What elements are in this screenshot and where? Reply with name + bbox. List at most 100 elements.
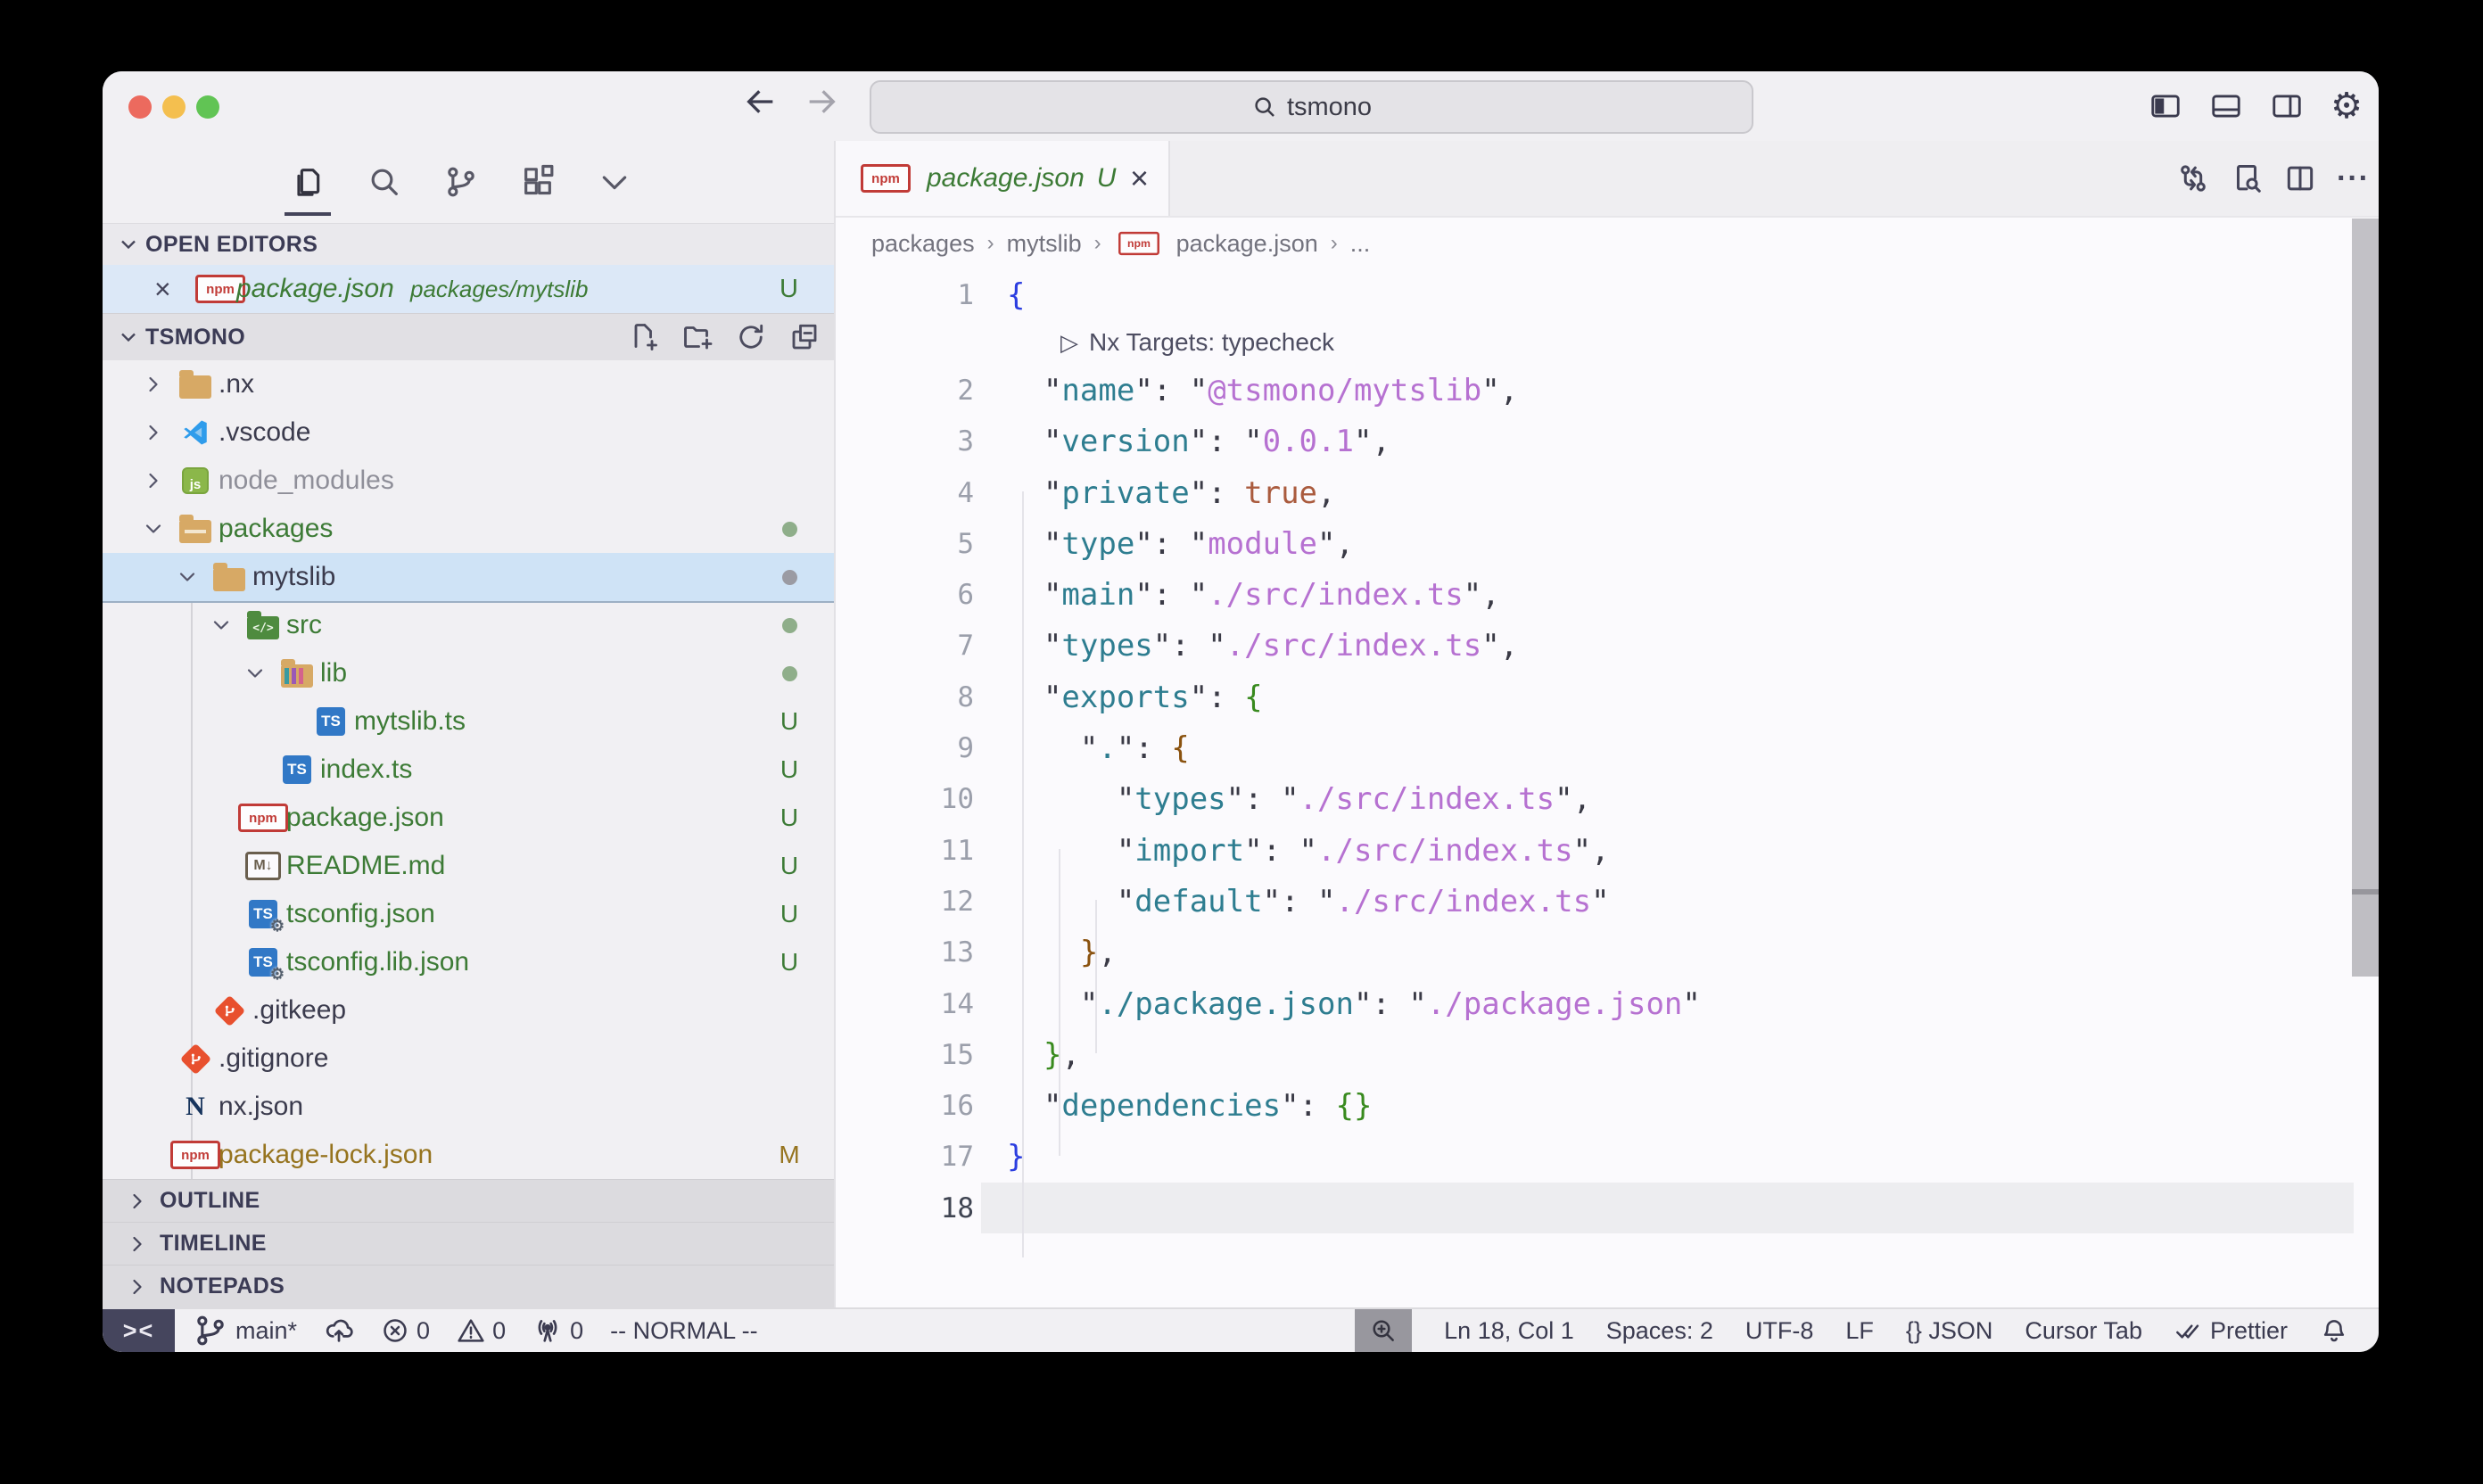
activity-source-control[interactable]: [443, 164, 479, 200]
status-indentation[interactable]: Spaces: 2: [1606, 1317, 1713, 1345]
search-editor-icon[interactable]: [2230, 161, 2264, 195]
tree-item--gitkeep[interactable]: .gitkeep: [103, 986, 834, 1035]
chevron-down-icon[interactable]: [242, 661, 268, 686]
status-ports[interactable]: 0: [532, 1315, 583, 1346]
tree-item-mytslib[interactable]: mytslib: [103, 553, 834, 603]
tree-item-package-json[interactable]: npmpackage.jsonU: [103, 794, 834, 842]
code-line-1[interactable]: 1{: [836, 269, 2379, 320]
toggle-sidebar-icon[interactable]: [2149, 89, 2182, 123]
status-cursor-position[interactable]: Ln 18, Col 1: [1444, 1317, 1574, 1345]
tree-item-index-ts[interactable]: TSindex.tsU: [103, 746, 834, 794]
code-line-12[interactable]: 12 "default": "./src/index.ts": [836, 876, 2379, 927]
refresh-icon[interactable]: [735, 321, 767, 353]
codelens-nx-targets[interactable]: ▷Nx Targets: typecheck: [836, 320, 2379, 365]
open-editors-header[interactable]: OPEN EDITORS: [103, 223, 834, 265]
tab-package-json[interactable]: npm package.json U ×: [836, 141, 1170, 216]
code-line-3[interactable]: 3 "version": "0.0.1",: [836, 416, 2379, 467]
status-encoding[interactable]: UTF-8: [1745, 1317, 1814, 1345]
code-line-17[interactable]: 17}: [836, 1132, 2379, 1183]
code-line-16[interactable]: 16 "dependencies": {}: [836, 1080, 2379, 1131]
activity-explorer[interactable]: [290, 164, 326, 200]
code-line-14[interactable]: 14 "./package.json": "./package.json": [836, 978, 2379, 1029]
collapse-all-icon[interactable]: [788, 321, 821, 353]
remote-indicator[interactable]: ><: [103, 1309, 175, 1352]
chevron-right-icon[interactable]: [140, 372, 167, 397]
status-zoom-indicator[interactable]: [1355, 1309, 1412, 1352]
breadcrumb-item[interactable]: packages: [871, 230, 975, 258]
sidebar-section-notepads[interactable]: NOTEPADS: [103, 1265, 834, 1307]
code-line-18[interactable]: 18: [836, 1183, 2379, 1233]
status-cursor-tab[interactable]: Cursor Tab: [2025, 1317, 2142, 1345]
tree-item-nx-json[interactable]: Nnx.json: [103, 1083, 834, 1131]
tree-item-tsconfig-lib-json[interactable]: TStsconfig.lib.jsonU: [103, 938, 834, 986]
code-line-8[interactable]: 8 "exports": {: [836, 672, 2379, 722]
close-editor-icon[interactable]: ×: [154, 273, 171, 306]
status-sync[interactable]: [324, 1315, 354, 1346]
explorer-section-header[interactable]: TSMONO: [103, 313, 834, 360]
zoom-window-button[interactable]: [196, 95, 219, 119]
open-editor-item[interactable]: × npm package.json packages/mytslib U: [103, 265, 834, 313]
code-line-5[interactable]: 5 "type": "module",: [836, 518, 2379, 569]
code-line-15[interactable]: 15 },: [836, 1029, 2379, 1080]
tree-item--gitignore[interactable]: .gitignore: [103, 1035, 834, 1083]
breadcrumb-item[interactable]: mytslib: [1007, 230, 1082, 258]
chevron-right-icon[interactable]: [140, 420, 167, 445]
more-actions-icon[interactable]: ···: [2337, 161, 2370, 196]
minimize-window-button[interactable]: [162, 95, 186, 119]
status-eol[interactable]: LF: [1845, 1317, 1874, 1345]
status-notifications[interactable]: [2320, 1316, 2348, 1345]
tree-item--nx[interactable]: .nx: [103, 360, 834, 408]
tree-item-lib[interactable]: lib: [103, 649, 834, 697]
tree-item-tsconfig-json[interactable]: TStsconfig.jsonU: [103, 890, 834, 938]
new-folder-icon[interactable]: [681, 321, 714, 353]
settings-gear-icon[interactable]: ⚙: [2330, 89, 2363, 123]
editor-scrollbar[interactable]: [2352, 218, 2379, 1307]
tab-close-icon[interactable]: ×: [1130, 160, 1149, 197]
toggle-secondary-sidebar-icon[interactable]: [2270, 89, 2304, 123]
status-formatter[interactable]: Prettier: [2174, 1316, 2288, 1345]
new-file-icon[interactable]: [628, 321, 660, 353]
tree-item-mytslib-ts[interactable]: TSmytslib.tsU: [103, 697, 834, 746]
activity-more[interactable]: [597, 164, 632, 200]
status-branch[interactable]: main*: [193, 1313, 297, 1348]
chevron-right-icon[interactable]: [140, 468, 167, 493]
code-line-10[interactable]: 10 "types": "./src/index.ts",: [836, 774, 2379, 825]
tree-item-src[interactable]: </>src: [103, 601, 834, 649]
code-line-2[interactable]: 2 "name": "@tsmono/mytslib",: [836, 365, 2379, 416]
command-center-search[interactable]: tsmono: [870, 80, 1753, 134]
nav-forward-icon[interactable]: [804, 84, 839, 120]
open-changes-icon[interactable]: [2176, 161, 2210, 195]
code-line-4[interactable]: 4 "private": true,: [836, 467, 2379, 518]
toggle-panel-icon[interactable]: [2209, 89, 2243, 123]
chevron-down-icon[interactable]: [208, 613, 235, 638]
split-editor-icon[interactable]: [2283, 161, 2317, 195]
chevron-down-icon[interactable]: [174, 565, 201, 589]
tree-item-readme-md[interactable]: M↓README.mdU: [103, 842, 834, 890]
tree-item--vscode[interactable]: .vscode: [103, 408, 834, 457]
nav-back-icon[interactable]: [743, 84, 779, 120]
code-line-7[interactable]: 7 "types": "./src/index.ts",: [836, 621, 2379, 672]
code-line-13[interactable]: 13 },: [836, 928, 2379, 978]
tree-item-node-modules[interactable]: jsnode_modules: [103, 457, 834, 505]
scrollbar-thumb[interactable]: [2352, 218, 2379, 889]
code-line-11[interactable]: 11 "import": "./src/index.ts",: [836, 825, 2379, 876]
tree-item-package-lock-json[interactable]: npmpackage-lock.jsonM: [103, 1131, 834, 1179]
status-vim-mode[interactable]: -- NORMAL --: [610, 1317, 757, 1345]
breadcrumb-item[interactable]: ...: [1350, 230, 1371, 258]
close-window-button[interactable]: [128, 95, 152, 119]
activity-search[interactable]: [367, 164, 402, 200]
code-line-9[interactable]: 9 ".": {: [836, 722, 2379, 773]
status-warnings[interactable]: 0: [457, 1316, 506, 1345]
chevron-down-icon[interactable]: [140, 516, 167, 541]
breadcrumb-item[interactable]: package.json: [1176, 230, 1318, 258]
code-editor[interactable]: 1{▷Nx Targets: typecheck2 "name": "@tsmo…: [836, 269, 2379, 1307]
scrollbar-thumb-secondary[interactable]: [2352, 895, 2379, 977]
status-language-mode[interactable]: {} JSON: [1906, 1317, 1993, 1345]
code-line-6[interactable]: 6 "main": "./src/index.ts",: [836, 569, 2379, 620]
sidebar-section-outline[interactable]: OUTLINE: [103, 1179, 834, 1222]
activity-extensions[interactable]: [520, 164, 556, 200]
sidebar-section-timeline[interactable]: TIMELINE: [103, 1222, 834, 1265]
line-number: 1: [836, 279, 974, 311]
tree-item-packages[interactable]: packages: [103, 505, 834, 553]
status-errors[interactable]: 0: [381, 1316, 430, 1345]
